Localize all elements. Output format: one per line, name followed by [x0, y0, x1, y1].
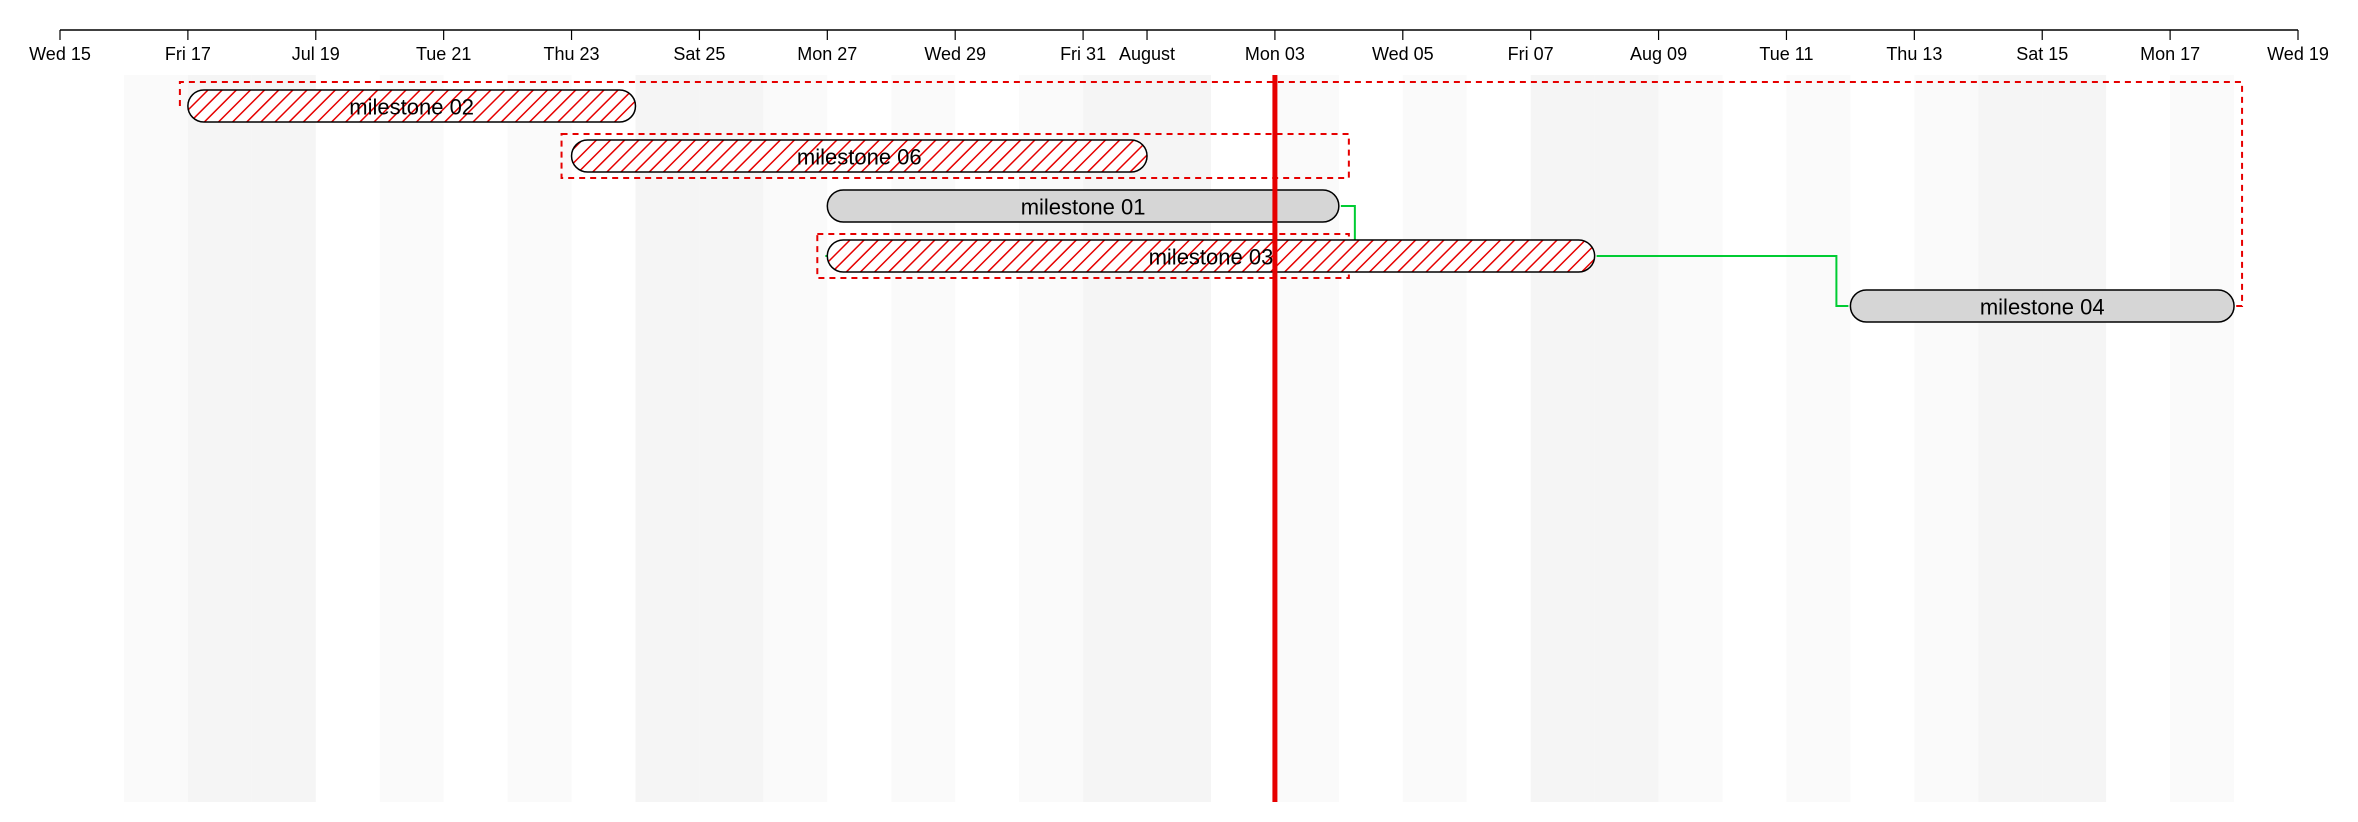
day-stripe [2170, 75, 2234, 802]
gantt-bar-label: milestone 03 [1149, 245, 1274, 270]
axis-tick-label: Thu 23 [544, 44, 600, 64]
weekend-stripe [699, 75, 763, 802]
axis-tick-label: Tue 11 [1759, 44, 1813, 64]
axis-tick-label: Wed 15 [29, 44, 91, 64]
day-stripe [1786, 75, 1850, 802]
day-stripe [380, 75, 444, 802]
day-stripe [1914, 75, 1978, 802]
axis-tick-label: August [1119, 44, 1175, 64]
axis-tick-label: Sat 15 [2016, 44, 2068, 64]
axis-tick-label: Aug 09 [1630, 44, 1687, 64]
day-stripe [124, 75, 188, 802]
axis-tick-label: Wed 19 [2267, 44, 2329, 64]
weekend-stripe [2042, 75, 2106, 802]
weekend-stripe [1531, 75, 1595, 802]
axis-tick-label: Wed 05 [1372, 44, 1434, 64]
axis-tick-label: Thu 13 [1886, 44, 1942, 64]
gantt-bar-label: milestone 06 [797, 145, 922, 170]
axis-tick-label: Fri 31 [1060, 44, 1106, 64]
weekend-stripe [1978, 75, 2042, 802]
day-stripe [891, 75, 955, 802]
gantt-bar-label: milestone 02 [349, 95, 474, 120]
gantt-chart: Wed 15 Fri 17 Jul 19 Tue 21 Thu 23 Sat 25 Mon … [0, 0, 2358, 822]
day-stripe [508, 75, 572, 802]
axis-tick-label: Fri 07 [1508, 44, 1554, 64]
gantt-bar-label: milestone 04 [1980, 295, 2105, 320]
day-stripe [1659, 75, 1723, 802]
axis-tick-label: Mon 27 [797, 44, 857, 64]
axis-tick-label: Fri 17 [165, 44, 211, 64]
axis-tick-label: Mon 03 [1245, 44, 1305, 64]
weekend-stripe [188, 75, 252, 802]
day-stripe [763, 75, 827, 802]
day-stripe [1403, 75, 1467, 802]
axis-tick-label: Jul 19 [292, 44, 340, 64]
weekend-stripe [1083, 75, 1147, 802]
axis-tick-label: Mon 17 [2140, 44, 2200, 64]
weekend-stripe [635, 75, 699, 802]
weekend-stripe [1595, 75, 1659, 802]
day-stripe [1019, 75, 1083, 802]
axis-tick-label: Sat 25 [673, 44, 725, 64]
weekend-stripe [252, 75, 316, 802]
weekend-stripe [1147, 75, 1211, 802]
day-stripe [1275, 75, 1339, 802]
axis-tick-label: Wed 29 [924, 44, 986, 64]
axis-tick-label: Tue 21 [416, 44, 471, 64]
gantt-bar-label: milestone 01 [1021, 195, 1146, 220]
